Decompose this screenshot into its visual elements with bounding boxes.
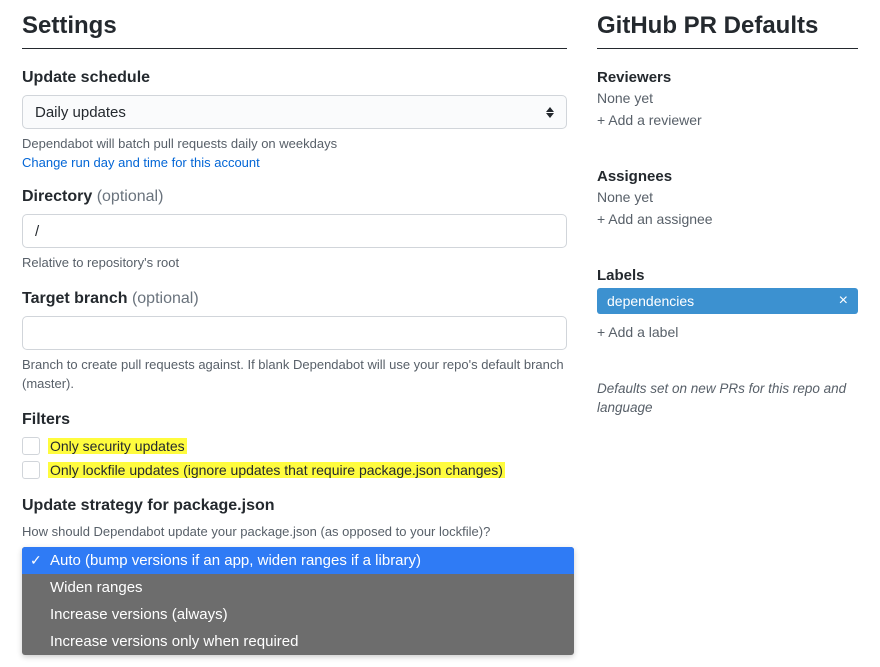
- reviewers-section: Reviewers None yet + Add a reviewer: [597, 69, 858, 148]
- update-schedule-section: Update schedule Daily updates Dependabot…: [22, 69, 567, 170]
- reviewers-label: Reviewers: [597, 69, 858, 86]
- assignees-section: Assignees None yet + Add an assignee: [597, 168, 858, 247]
- add-reviewer-link[interactable]: + Add a reviewer: [597, 112, 702, 128]
- security-checkbox[interactable]: [22, 437, 40, 455]
- add-label-link[interactable]: + Add a label: [597, 324, 678, 340]
- lockfile-checkbox-label: Only lockfile updates (ignore updates th…: [48, 462, 505, 478]
- target-branch-section: Target branch (optional) Branch to creat…: [22, 290, 567, 392]
- directory-input[interactable]: [22, 214, 567, 248]
- pr-defaults-title: GitHub PR Defaults: [597, 12, 858, 49]
- target-branch-input[interactable]: [22, 316, 567, 350]
- reviewers-none: None yet: [597, 90, 858, 106]
- strategy-option-widen[interactable]: Widen ranges: [22, 574, 574, 601]
- directory-help: Relative to repository's root: [22, 254, 567, 272]
- filters-label: Filters: [22, 411, 567, 429]
- strategy-option-increase-always[interactable]: Increase versions (always): [22, 601, 574, 628]
- defaults-note: Defaults set on new PRs for this repo an…: [597, 380, 858, 418]
- strategy-option-auto[interactable]: Auto (bump versions if an app, widen ran…: [22, 547, 574, 574]
- remove-label-icon[interactable]: ×: [839, 293, 848, 309]
- assignees-label: Assignees: [597, 168, 858, 185]
- labels-label: Labels: [597, 267, 858, 284]
- pr-defaults-panel: GitHub PR Defaults Reviewers None yet + …: [597, 12, 858, 655]
- lockfile-checkbox[interactable]: [22, 461, 40, 479]
- settings-panel: Settings Update schedule Daily updates D…: [22, 12, 567, 655]
- target-branch-help: Branch to create pull requests against. …: [22, 356, 567, 392]
- label-chip-dependencies: dependencies ×: [597, 288, 858, 314]
- add-assignee-link[interactable]: + Add an assignee: [597, 211, 713, 227]
- strategy-option-increase-required[interactable]: Increase versions only when required: [22, 628, 574, 655]
- strategy-dropdown: Auto (bump versions if an app, widen ran…: [22, 547, 574, 655]
- assignees-none: None yet: [597, 189, 858, 205]
- strategy-help: How should Dependabot update your packag…: [22, 523, 567, 541]
- update-schedule-label: Update schedule: [22, 69, 567, 87]
- settings-title: Settings: [22, 12, 567, 49]
- target-branch-label: Target branch (optional): [22, 290, 567, 308]
- directory-label: Directory (optional): [22, 188, 567, 206]
- labels-section: Labels dependencies × + Add a label: [597, 267, 858, 360]
- filter-security-row: Only security updates: [22, 437, 567, 455]
- strategy-label: Update strategy for package.json: [22, 497, 567, 515]
- select-caret-icon: [546, 107, 554, 118]
- update-schedule-value: Daily updates: [35, 104, 126, 121]
- update-schedule-help: Dependabot will batch pull requests dail…: [22, 135, 567, 153]
- strategy-section: Update strategy for package.json How sho…: [22, 497, 567, 581]
- directory-section: Directory (optional) Relative to reposit…: [22, 188, 567, 272]
- filter-lockfile-row: Only lockfile updates (ignore updates th…: [22, 461, 567, 479]
- update-schedule-select[interactable]: Daily updates: [22, 95, 567, 129]
- change-run-time-link[interactable]: Change run day and time for this account: [22, 155, 260, 170]
- filters-section: Filters Only security updates Only lockf…: [22, 411, 567, 479]
- security-checkbox-label: Only security updates: [48, 438, 187, 454]
- label-chip-text: dependencies: [607, 293, 694, 309]
